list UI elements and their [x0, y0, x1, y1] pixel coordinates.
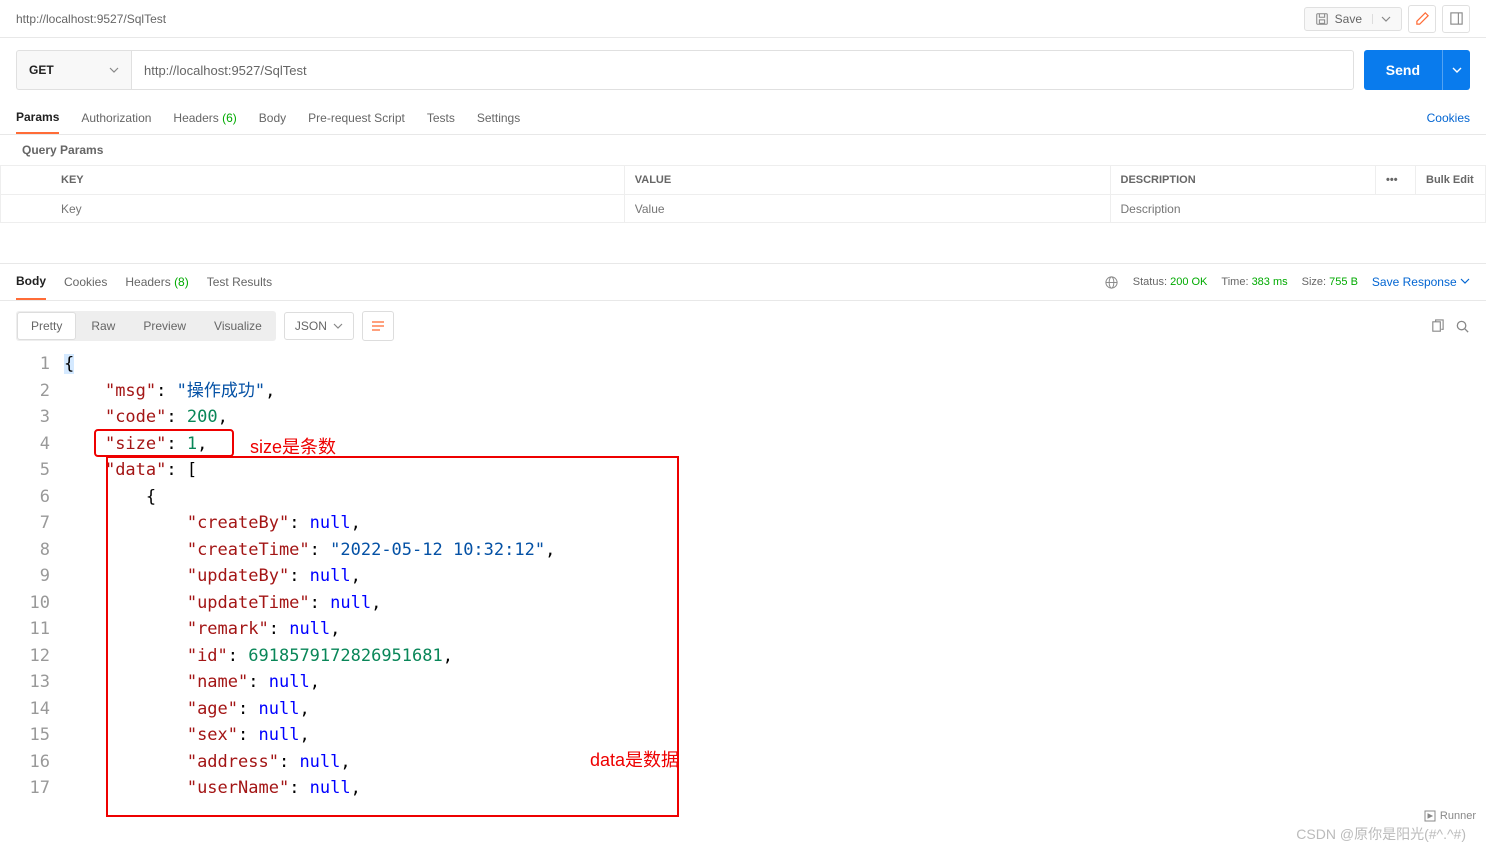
size-label: Size: 755 B	[1302, 276, 1358, 288]
tab-title: http://localhost:9527/SqlTest	[16, 12, 166, 26]
th-key: KEY	[1, 166, 625, 195]
line-gutter: 1234567891011121314151617	[16, 351, 64, 802]
view-mode-group: Pretty Raw Preview Visualize	[16, 311, 276, 341]
save-icon	[1315, 12, 1329, 26]
value-input[interactable]	[635, 202, 1100, 216]
panel-toggle-button[interactable]	[1442, 5, 1470, 33]
globe-icon[interactable]	[1104, 275, 1119, 290]
tab-test-results[interactable]: Test Results	[207, 265, 272, 299]
watermark: CSDN @原你是阳光(#^.^#)	[1296, 824, 1466, 844]
tab-prerequest[interactable]: Pre-request Script	[308, 103, 405, 133]
search-icon[interactable]	[1455, 319, 1470, 334]
method-value: GET	[29, 63, 54, 77]
tab-response-headers[interactable]: Headers (8)	[125, 265, 188, 299]
view-preview[interactable]: Preview	[129, 311, 200, 341]
tab-response-cookies[interactable]: Cookies	[64, 265, 107, 299]
chevron-down-icon	[1372, 14, 1391, 24]
query-params-label: Query Params	[0, 135, 1486, 165]
description-input[interactable]	[1121, 202, 1476, 216]
tab-response-body[interactable]: Body	[16, 264, 46, 300]
runner-button[interactable]: Runner	[1424, 810, 1476, 822]
save-label: Save	[1335, 12, 1362, 26]
status-label: Status: 200 OK	[1133, 276, 1208, 288]
tab-settings[interactable]: Settings	[477, 103, 520, 133]
params-table: KEY VALUE DESCRIPTION ••• Bulk Edit	[0, 165, 1486, 223]
save-button[interactable]: Save	[1304, 7, 1402, 31]
tab-body[interactable]: Body	[259, 103, 286, 133]
format-select[interactable]: JSON	[284, 312, 354, 340]
chevron-down-icon	[109, 65, 119, 75]
tab-authorization[interactable]: Authorization	[81, 103, 151, 133]
save-response-link[interactable]: Save Response	[1372, 275, 1470, 289]
key-input[interactable]	[61, 202, 614, 216]
view-raw[interactable]: Raw	[77, 311, 129, 341]
send-button[interactable]: Send	[1364, 50, 1442, 90]
view-pretty[interactable]: Pretty	[17, 312, 76, 340]
edit-button[interactable]	[1408, 5, 1436, 33]
tab-headers[interactable]: Headers (6)	[173, 103, 236, 133]
time-label: Time: 383 ms	[1221, 276, 1287, 288]
th-options[interactable]: •••	[1376, 166, 1416, 195]
th-value: VALUE	[624, 166, 1110, 195]
method-select[interactable]: GET	[16, 50, 131, 90]
view-visualize[interactable]: Visualize	[200, 311, 276, 341]
copy-icon[interactable]	[1430, 319, 1445, 334]
tab-params[interactable]: Params	[16, 102, 59, 134]
code-content: { "msg": "操作成功", "code": 200, "size": 1,…	[64, 351, 1486, 802]
response-code[interactable]: 1234567891011121314151617 { "msg": "操作成功…	[0, 351, 1486, 802]
url-input[interactable]	[131, 50, 1354, 90]
wrap-lines-button[interactable]	[362, 311, 394, 341]
th-description: DESCRIPTION	[1110, 166, 1376, 195]
cookies-link[interactable]: Cookies	[1427, 111, 1470, 125]
send-options-button[interactable]	[1442, 50, 1470, 90]
tab-tests[interactable]: Tests	[427, 103, 455, 133]
bulk-edit-link[interactable]: Bulk Edit	[1416, 166, 1486, 195]
